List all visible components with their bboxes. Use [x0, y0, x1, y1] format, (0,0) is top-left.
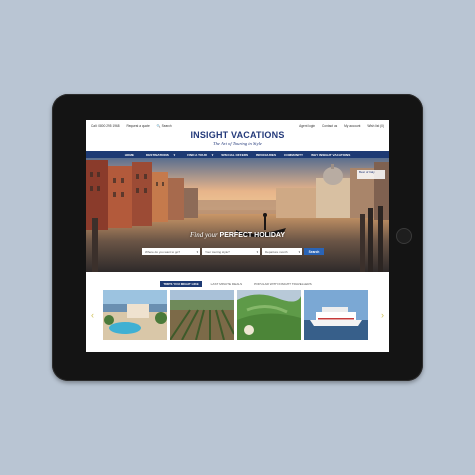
search-link[interactable]: 🔍 Search	[157, 124, 178, 128]
brand-logo[interactable]: INSIGHT VACATIONS The Art of Touring in …	[86, 130, 389, 146]
hero-banner: Best of Italy Find your PERFECT HOLIDAY …	[86, 158, 389, 272]
tab-last-minute-deals[interactable]: LAST MINUTE DEALS	[208, 281, 245, 287]
request-quote-link[interactable]: Request a quote	[126, 124, 149, 128]
touring-style-select[interactable]: Your touring style? ▾	[202, 248, 260, 255]
brand-name: INSIGHT VACATIONS	[190, 130, 285, 140]
thumb-green-valley[interactable]	[237, 290, 301, 340]
chevron-down-icon: ▾	[298, 250, 300, 254]
thumb-resort-coast[interactable]	[103, 290, 167, 340]
nav-why-insight[interactable]: WHY INSIGHT VACATIONS	[311, 153, 350, 157]
carousel-prev-icon[interactable]: ‹	[91, 310, 94, 320]
hero-headline: Find your PERFECT HOLIDAY	[189, 231, 286, 239]
tab-popular[interactable]: POPULAR WITH INSIGHT TRAVELLERS	[251, 281, 315, 287]
nav-home[interactable]: HOME	[125, 153, 134, 157]
home-button[interactable]	[396, 228, 412, 244]
thumb-vineyard[interactable]	[170, 290, 234, 340]
nav-destinations[interactable]: DESTINATIONS ▾	[142, 153, 175, 157]
trip-carousel	[103, 290, 371, 340]
screen: Call: 0800 295 1968 Request a quote 🔍 Se…	[86, 120, 389, 352]
main-nav: HOME DESTINATIONS ▾ FIND A TOUR ▾ SPECIA…	[86, 151, 389, 158]
chevron-down-icon: ▾	[256, 250, 258, 254]
agent-login-link[interactable]: Agent login	[299, 124, 315, 128]
search-button[interactable]: Search	[304, 248, 324, 255]
departure-month-select[interactable]: Departure month ▾	[262, 248, 302, 255]
carousel-next-icon[interactable]: ›	[381, 310, 384, 320]
wishlist-link[interactable]: Wish list (0)	[367, 124, 384, 128]
trip-tabs: TRIPS YOU MIGHT LIKE LAST MINUTE DEALS P…	[86, 281, 389, 287]
destination-select[interactable]: Where do you want to go? ▾	[142, 248, 200, 255]
nav-special-offers[interactable]: SPECIAL OFFERS	[221, 153, 248, 157]
brand-tagline: The Art of Touring in Style	[213, 141, 262, 146]
tab-trips-you-might-like[interactable]: TRIPS YOU MIGHT LIKE	[160, 281, 202, 287]
hero-badge[interactable]: Best of Italy	[357, 170, 385, 179]
chevron-down-icon: ▾	[196, 250, 198, 254]
search-form: Where do you want to go? ▾ Your touring …	[142, 248, 324, 255]
nav-community[interactable]: COMMUNITY	[284, 153, 303, 157]
nav-brochures[interactable]: BROCHURES	[256, 153, 276, 157]
utility-bar: Call: 0800 295 1968 Request a quote 🔍 Se…	[86, 122, 389, 130]
call-number: Call: 0800 295 1968	[91, 124, 120, 128]
thumb-river-cruise[interactable]	[304, 290, 368, 340]
account-link[interactable]: My account	[344, 124, 360, 128]
nav-find-a-tour[interactable]: FIND A TOUR ▾	[183, 153, 213, 157]
tablet-frame: Call: 0800 295 1968 Request a quote 🔍 Se…	[52, 94, 423, 381]
contact-link[interactable]: Contact us	[322, 124, 337, 128]
